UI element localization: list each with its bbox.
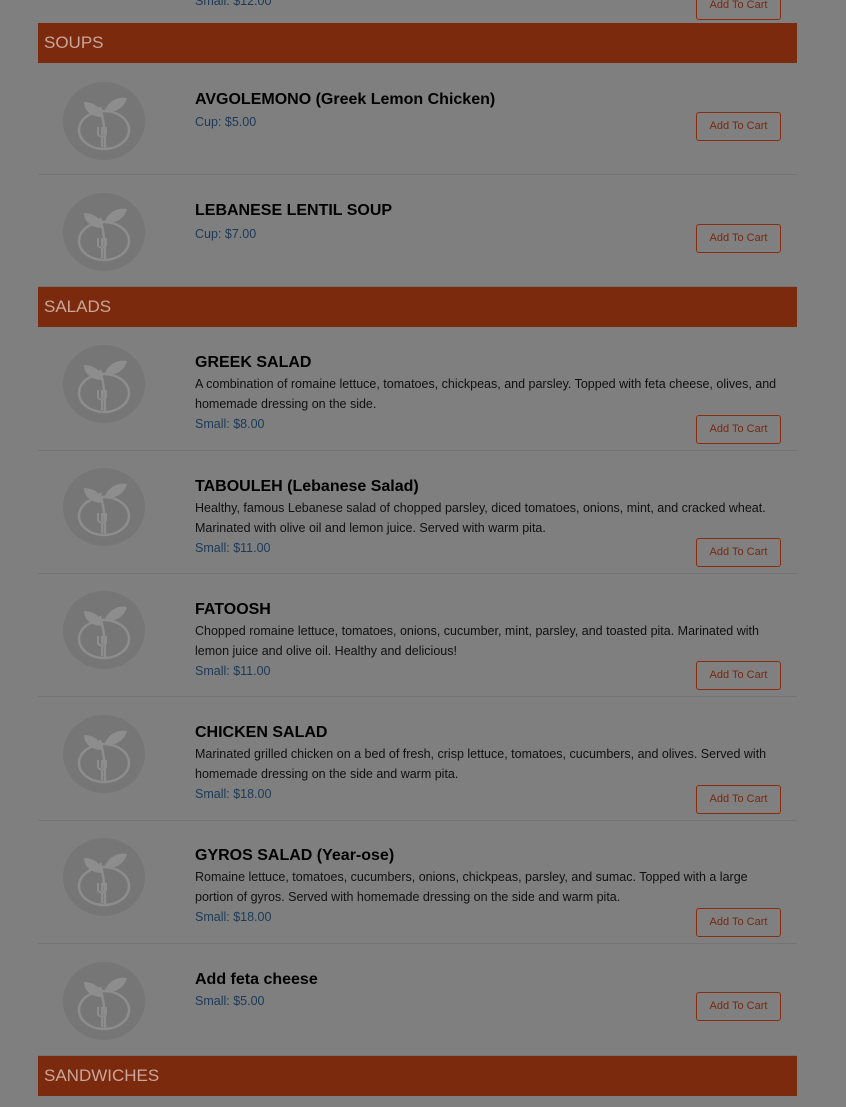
- add-to-cart-button[interactable]: Add To Cart: [696, 908, 781, 937]
- menu-item: GREEK SALAD A combination of romaine let…: [38, 327, 797, 451]
- item-name: GREEK SALAD: [195, 354, 312, 371]
- add-to-cart-button[interactable]: Add To Cart: [696, 112, 781, 141]
- plate-fork-leaf-icon: [62, 81, 146, 161]
- menu-item: TABOULEH (Lebanese Salad) Healthy, famou…: [38, 451, 797, 574]
- item-name: CHICKEN SALAD: [195, 724, 328, 741]
- item-description: Healthy, famous Lebanese salad of choppe…: [195, 501, 766, 535]
- add-to-cart-button[interactable]: Add To Cart: [696, 538, 781, 567]
- item-description: Romaine lettuce, tomatoes, cucumbers, on…: [195, 870, 748, 904]
- add-to-cart-button[interactable]: Add To Cart: [696, 992, 781, 1021]
- item-price: Small: $18.00: [195, 910, 272, 924]
- item-name: AVGOLEMONO (Greek Lemon Chicken): [195, 91, 496, 108]
- menu-item: LEBANESE LENTIL SOUP Cup: $7.00 Add To C…: [38, 175, 797, 287]
- menu-item-partial: Small: $12.00 Add To Cart: [38, 0, 797, 23]
- plate-fork-leaf-icon: [62, 837, 146, 917]
- menu-item: AVGOLEMONO (Greek Lemon Chicken) Cup: $5…: [38, 63, 797, 175]
- category-header-sandwiches: SANDWICHES: [38, 1056, 797, 1096]
- plate-fork-leaf-icon: [62, 961, 146, 1041]
- plate-fork-leaf-icon: [62, 714, 146, 794]
- item-price: Small: $18.00: [195, 787, 272, 801]
- item-price: Cup: $5.00: [195, 115, 257, 129]
- item-description: Marinated grilled chicken on a bed of fr…: [195, 747, 767, 781]
- item-description: A combination of romaine lettuce, tomato…: [195, 377, 777, 411]
- item-name: GYROS SALAD (Year-ose): [195, 847, 395, 864]
- item-price: Small: $8.00: [195, 417, 265, 431]
- item-price: Small: $11.00: [195, 664, 271, 678]
- item-price: Small: $11.00: [195, 541, 271, 555]
- add-to-cart-button[interactable]: Add To Cart: [696, 224, 781, 253]
- menu-item: Add feta cheese Small: $5.00 Add To Cart: [38, 944, 797, 1056]
- add-to-cart-button[interactable]: Add To Cart: [696, 0, 781, 20]
- category-header-soups: SOUPS: [38, 23, 797, 63]
- category-header-salads: SALADS: [38, 287, 797, 327]
- item-price: Small: $5.00: [195, 994, 265, 1008]
- item-price: Cup: $7.00: [195, 227, 257, 241]
- add-to-cart-button[interactable]: Add To Cart: [696, 415, 781, 444]
- item-description: Chopped romaine lettuce, tomatoes, onion…: [195, 624, 759, 658]
- item-name: LEBANESE LENTIL SOUP: [195, 202, 393, 219]
- menu-item: CHICKEN SALAD Marinated grilled chicken …: [38, 697, 797, 821]
- item-name: TABOULEH (Lebanese Salad): [195, 478, 419, 495]
- add-to-cart-button[interactable]: Add To Cart: [696, 661, 781, 690]
- plate-fork-leaf-icon: [62, 192, 146, 272]
- item-price: Small: $12.00: [195, 0, 272, 8]
- plate-fork-leaf-icon: [62, 590, 146, 670]
- add-to-cart-button[interactable]: Add To Cart: [696, 785, 781, 814]
- item-name: Add feta cheese: [195, 971, 318, 988]
- plate-fork-leaf-icon: [62, 467, 146, 547]
- menu-item: FATOOSH Chopped romaine lettuce, tomatoe…: [38, 574, 797, 697]
- item-name: FATOOSH: [195, 601, 271, 618]
- plate-fork-leaf-icon: [62, 344, 146, 424]
- menu-page: Small: $12.00 Add To Cart SOUPS AVGOLEMO…: [38, 0, 797, 1107]
- menu-item: GYROS SALAD (Year-ose) Romaine lettuce, …: [38, 821, 797, 944]
